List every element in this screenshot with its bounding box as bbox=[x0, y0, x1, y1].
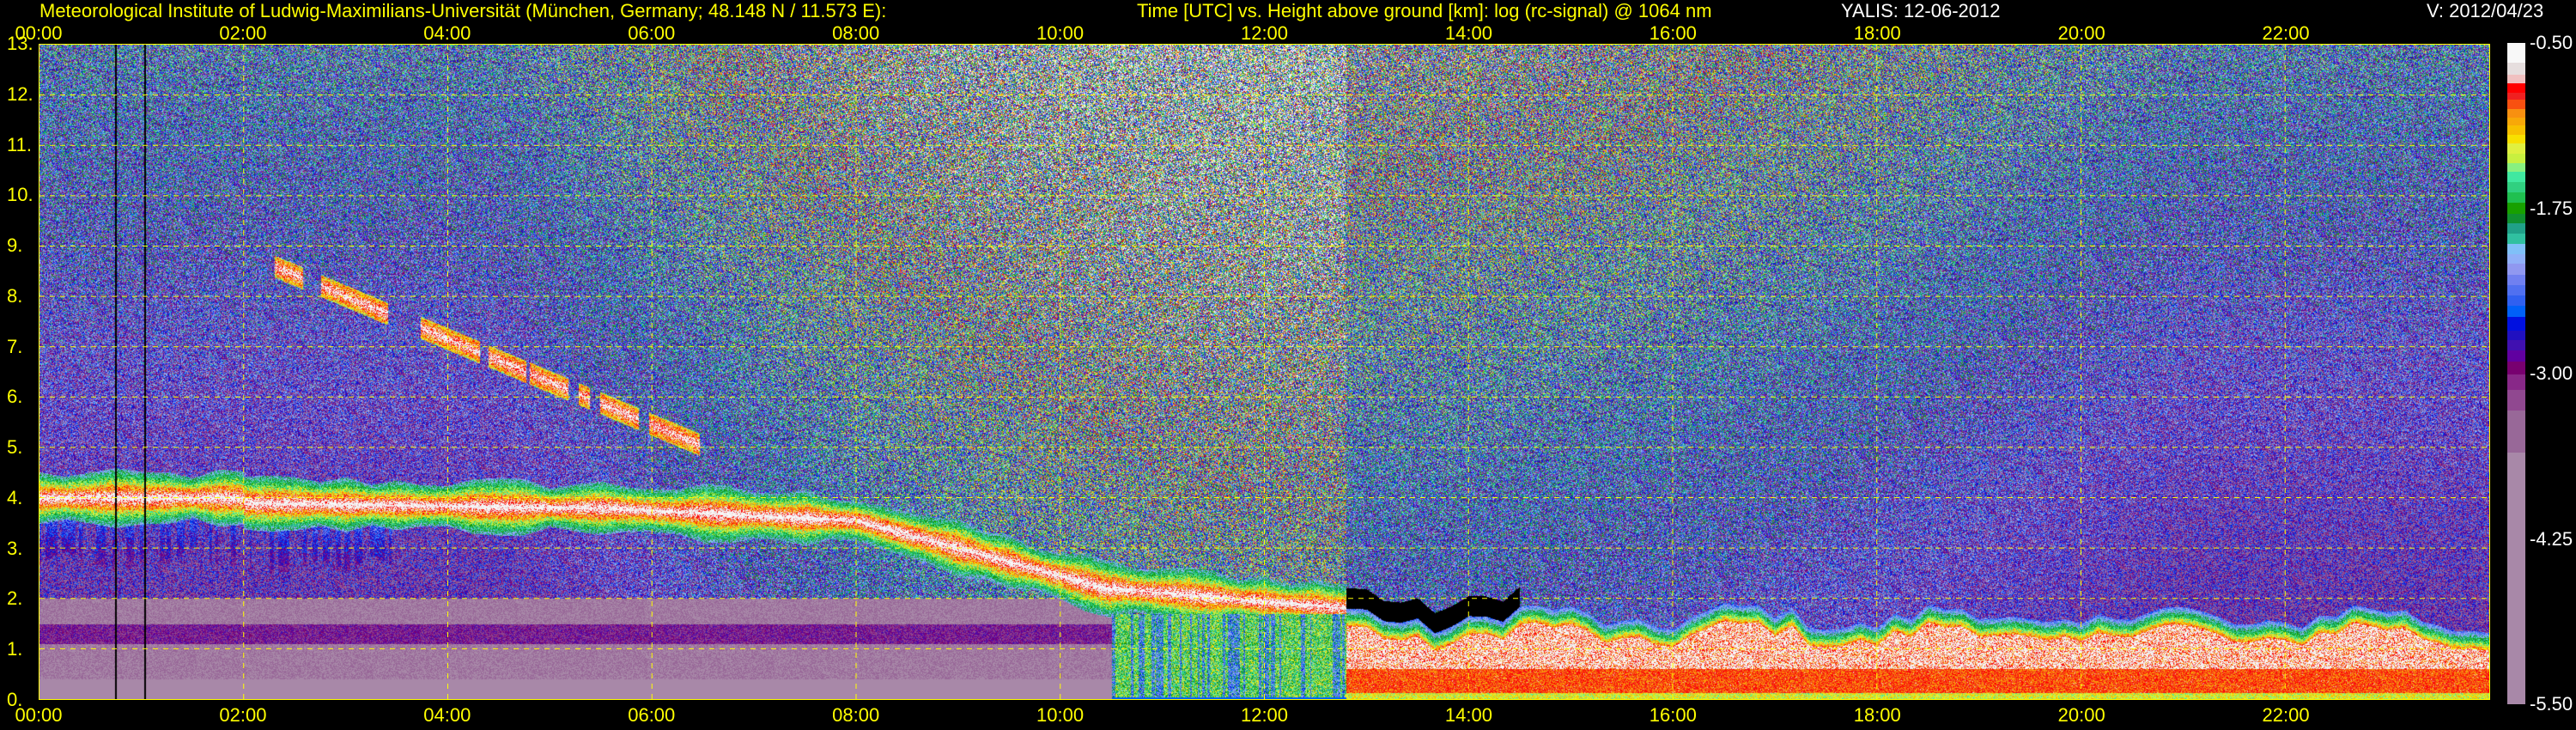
x-tick-label-bottom: 16:00 bbox=[1649, 704, 1697, 726]
colorbar-segment bbox=[2507, 223, 2525, 234]
x-tick-label-bottom: 10:00 bbox=[1036, 704, 1084, 726]
x-tick-label-top: 14:00 bbox=[1444, 22, 1492, 44]
colorbar-segment bbox=[2507, 330, 2525, 341]
x-tick-label-bottom: 08:00 bbox=[832, 704, 880, 726]
colorbar-segment bbox=[2507, 182, 2525, 193]
colorbar-segment bbox=[2507, 108, 2525, 119]
colorbar-segment bbox=[2507, 317, 2525, 332]
colorbar-segment bbox=[2507, 154, 2525, 164]
y-tick-label: 8. bbox=[7, 284, 23, 307]
x-tick-label-top: 02:00 bbox=[219, 22, 267, 44]
x-tick-label-bottom: 22:00 bbox=[2262, 704, 2310, 726]
x-tick-label-top: 04:00 bbox=[423, 22, 471, 44]
x-tick-label-bottom: 20:00 bbox=[2057, 704, 2105, 726]
colorbar-segment bbox=[2507, 362, 2525, 374]
colorbar-segment bbox=[2507, 374, 2525, 391]
colorbar-segment bbox=[2507, 43, 2525, 64]
y-tick-label: 7. bbox=[7, 335, 23, 357]
colorbar-segment bbox=[2507, 202, 2525, 215]
colorbar-segment bbox=[2507, 264, 2525, 276]
x-tick-label-bottom: 14:00 bbox=[1444, 704, 1492, 726]
x-tick-label-top: 16:00 bbox=[1649, 22, 1697, 44]
x-tick-label-top: 10:00 bbox=[1036, 22, 1084, 44]
x-tick-label-top: 20:00 bbox=[2057, 22, 2105, 44]
colorbar-segment bbox=[2507, 295, 2525, 307]
colorbar-segment bbox=[2507, 243, 2525, 255]
colorbar-segment bbox=[2507, 162, 2525, 173]
version-label: V: 2012/04/23 bbox=[2427, 0, 2544, 21]
x-tick-label-bottom: 12:00 bbox=[1240, 704, 1289, 726]
colorbar-segment bbox=[2507, 285, 2525, 296]
y-tick-label: 0. bbox=[7, 689, 23, 710]
colorbar-segment bbox=[2507, 389, 2525, 411]
x-tick-label-bottom: 18:00 bbox=[1853, 704, 1901, 726]
colorbar-tick-label: -4.25 bbox=[2530, 527, 2573, 550]
x-tick-label-bottom: 02:00 bbox=[219, 704, 267, 726]
colorbar-segment bbox=[2507, 143, 2525, 155]
colorbar-segment bbox=[2507, 100, 2525, 110]
colorbar-tick-label: -5.50 bbox=[2530, 693, 2573, 715]
institute-title: Meteorological Institute of Ludwig-Maxim… bbox=[39, 0, 887, 21]
y-tick-label: 11. bbox=[7, 133, 32, 155]
y-tick-label: 12. bbox=[7, 82, 33, 105]
colorbar-segment bbox=[2507, 83, 2525, 94]
plot-description: Time [UTC] vs. Height above ground [km]:… bbox=[1137, 0, 1712, 21]
colorbar-segment bbox=[2507, 172, 2525, 183]
colorbar-segment bbox=[2507, 306, 2525, 318]
y-tick-label: 13. bbox=[7, 33, 33, 54]
colorbar-segment bbox=[2507, 125, 2525, 136]
x-tick-label-top: 12:00 bbox=[1240, 22, 1289, 44]
x-tick-label-top: 22:00 bbox=[2262, 22, 2310, 44]
colorbar-segment bbox=[2507, 275, 2525, 286]
colorbar-segment bbox=[2507, 63, 2525, 76]
colorbar-segment bbox=[2507, 74, 2525, 84]
y-tick-label: 2. bbox=[7, 587, 23, 610]
colorbar-segment bbox=[2507, 340, 2525, 351]
colorbar-tick-label: -1.75 bbox=[2530, 197, 2573, 219]
colorbar-tick-label: -3.00 bbox=[2530, 362, 2573, 384]
colorbar-segment bbox=[2507, 253, 2525, 265]
x-tick-label-top: 18:00 bbox=[1853, 22, 1901, 44]
colorbar-segment bbox=[2507, 192, 2525, 204]
x-tick-label-bottom: 04:00 bbox=[423, 704, 471, 726]
colorbar-segment bbox=[2507, 134, 2525, 144]
colorbar-segment bbox=[2507, 213, 2525, 224]
y-tick-label: 1. bbox=[7, 638, 23, 660]
colorbar-segment bbox=[2507, 411, 2525, 453]
colorbar-segment bbox=[2507, 350, 2525, 362]
x-tick-label-top: 06:00 bbox=[628, 22, 676, 44]
lidar-heatmap-plot bbox=[39, 44, 2490, 700]
colorbar-segment bbox=[2507, 233, 2525, 245]
colorbar-tick-label: -0.50 bbox=[2530, 32, 2573, 53]
y-tick-label: 6. bbox=[7, 386, 23, 408]
x-tick-label-bottom: 06:00 bbox=[628, 704, 676, 726]
y-tick-label: 10. bbox=[7, 184, 33, 206]
colorbar-segment bbox=[2507, 453, 2525, 705]
y-tick-label: 4. bbox=[7, 486, 23, 508]
y-tick-label: 9. bbox=[7, 234, 23, 257]
grid-lines bbox=[39, 45, 2489, 699]
y-tick-label: 5. bbox=[7, 436, 23, 459]
x-tick-label-top: 08:00 bbox=[832, 22, 880, 44]
instrument-date: YALIS: 12-06-2012 bbox=[1841, 0, 2001, 21]
y-tick-label: 3. bbox=[7, 537, 23, 559]
colorbar bbox=[2507, 43, 2525, 705]
